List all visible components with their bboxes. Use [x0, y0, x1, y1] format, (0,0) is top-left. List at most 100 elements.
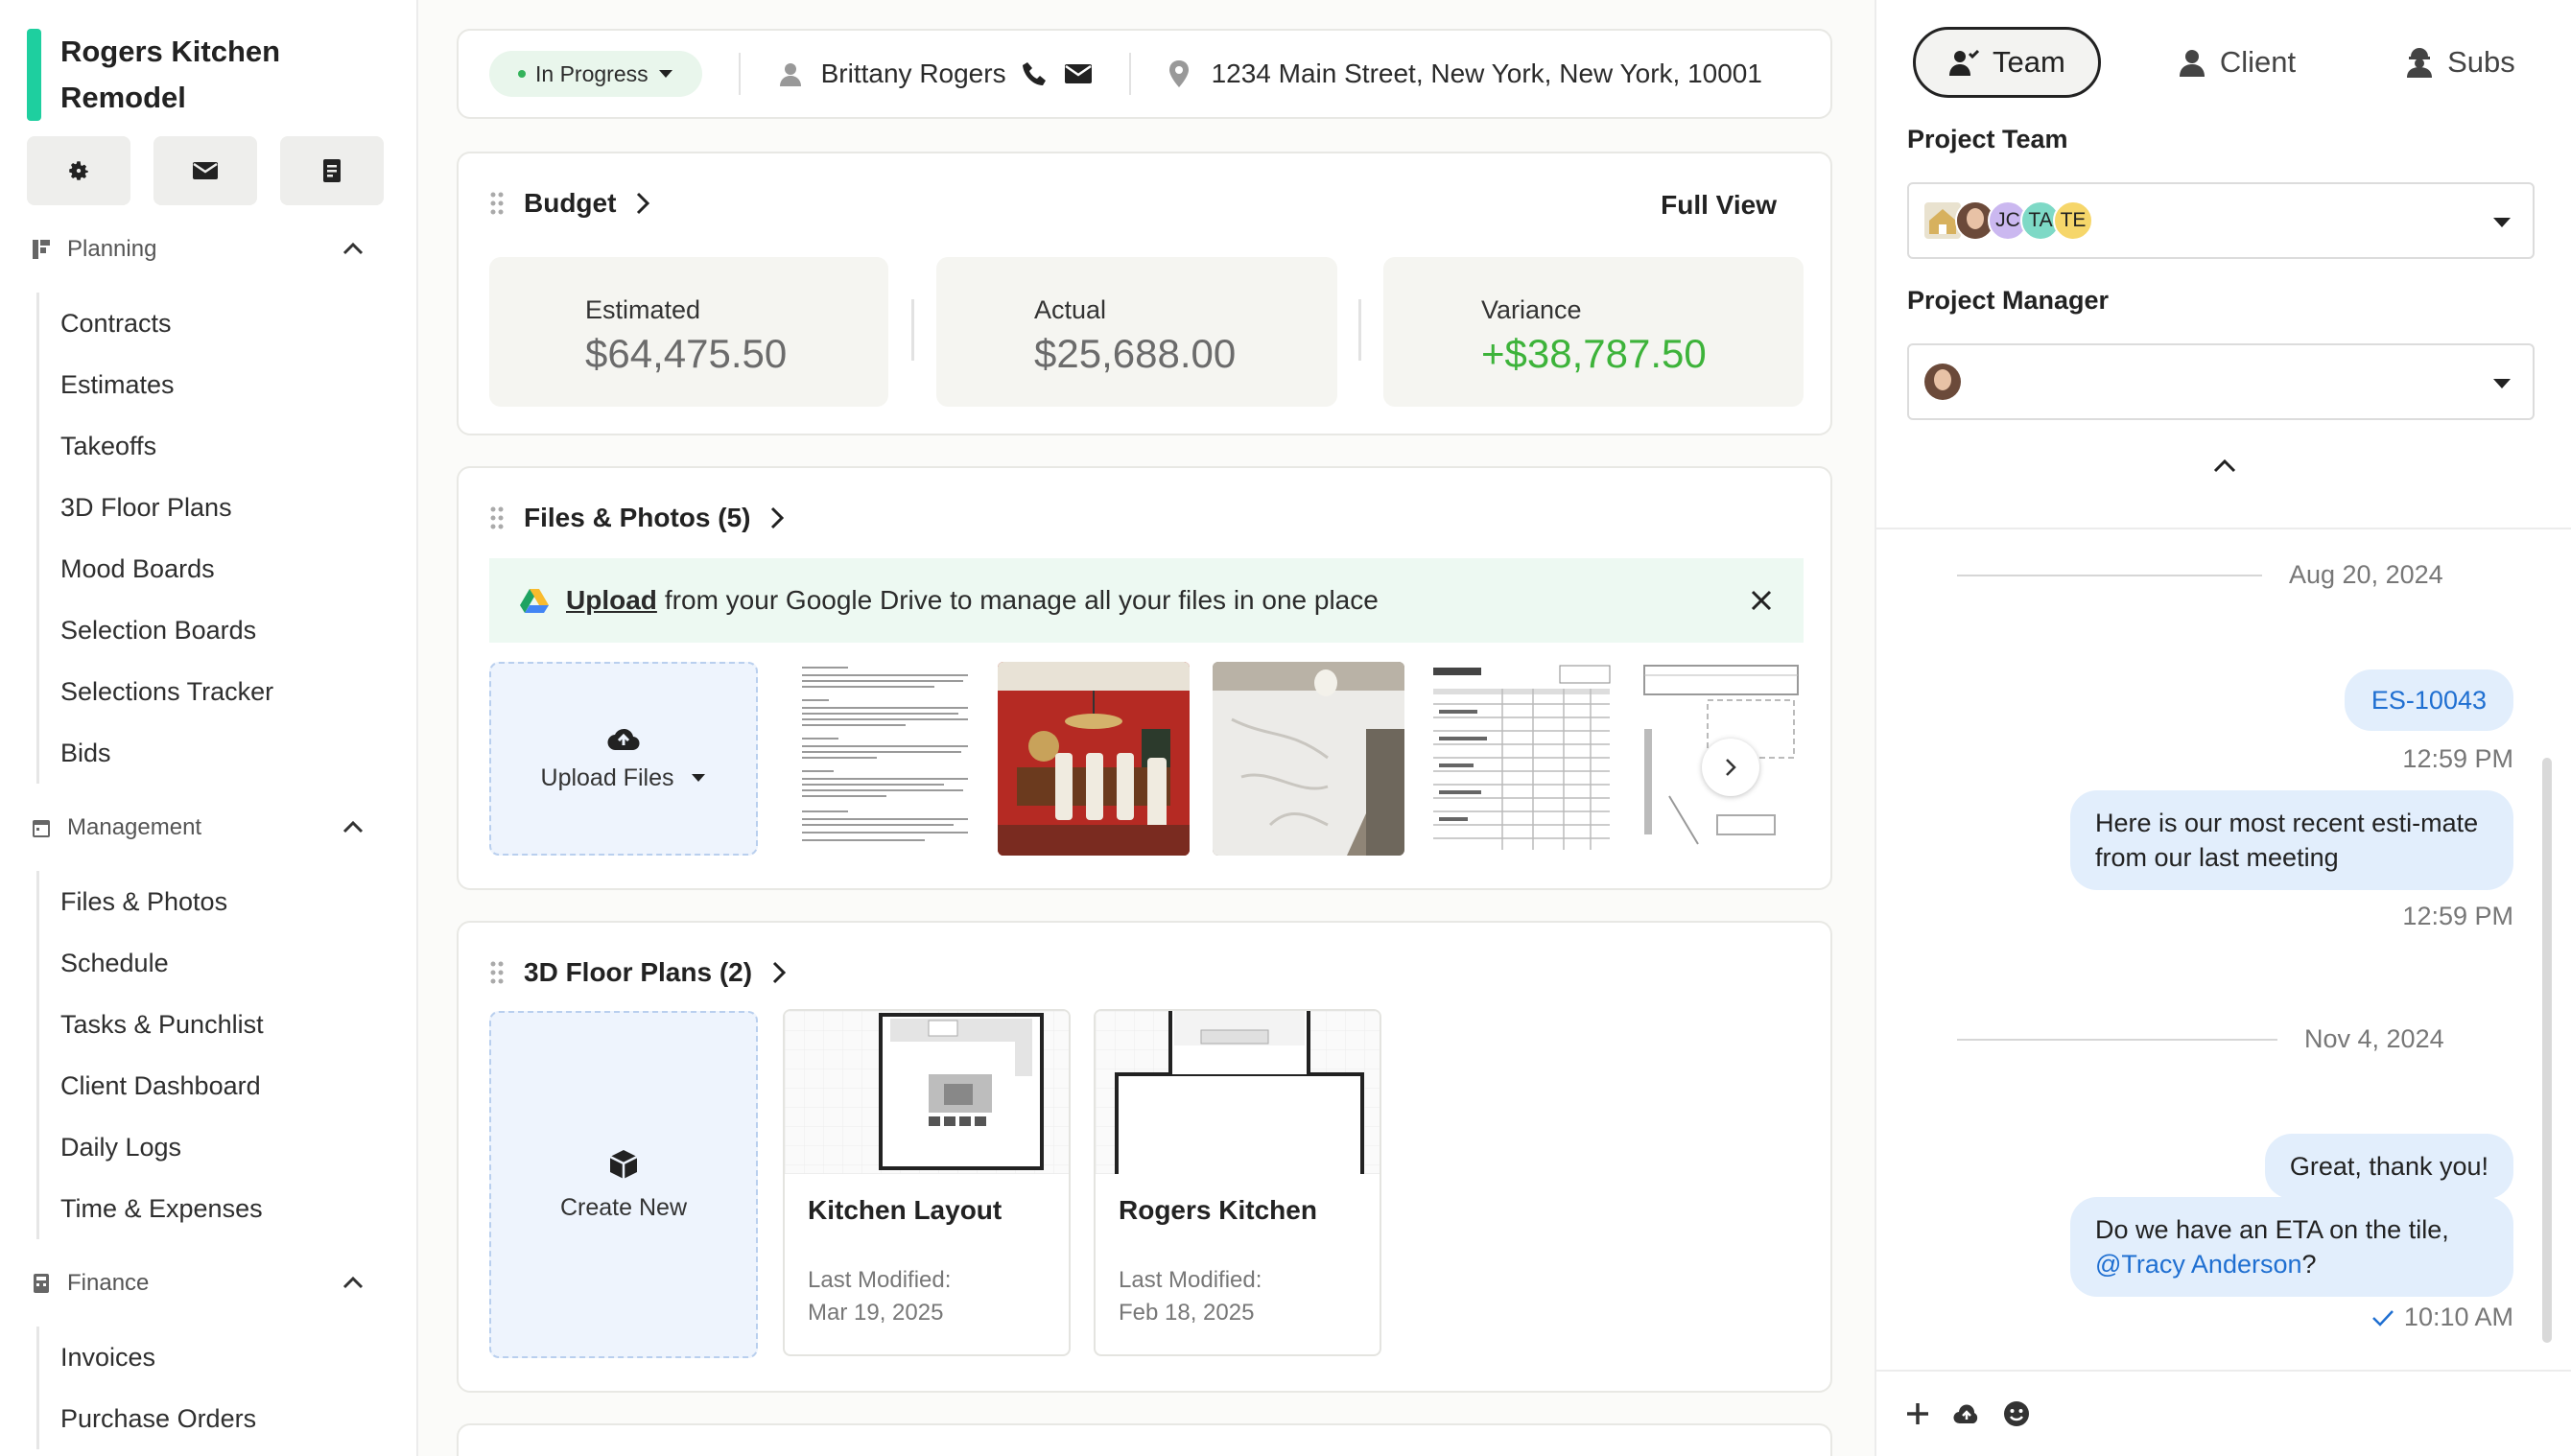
- sidebar-item-time-expenses[interactable]: Time & Expenses: [39, 1178, 264, 1239]
- sidebar-item-selections-tracker[interactable]: Selections Tracker: [39, 661, 273, 722]
- budget-header[interactable]: Budget: [489, 188, 652, 219]
- phone-icon[interactable]: [1022, 60, 1049, 87]
- person-icon: [779, 63, 801, 86]
- file-thumbnail-document[interactable]: [790, 662, 982, 856]
- status-dropdown[interactable]: In Progress: [489, 51, 702, 97]
- floor-plan-preview: [1096, 1011, 1380, 1182]
- sidebar-item-contracts[interactable]: Contracts: [39, 293, 273, 354]
- message-bubble[interactable]: ES-10043: [2344, 669, 2513, 731]
- upload-files-button[interactable]: Upload Files: [541, 764, 707, 792]
- settings-button[interactable]: [27, 136, 130, 205]
- message-bubble[interactable]: Great, thank you!: [2264, 1134, 2513, 1199]
- calendar-icon: [29, 815, 54, 840]
- estimated-label: Estimated: [585, 295, 701, 324]
- client-name[interactable]: Brittany Rogers: [821, 59, 1006, 89]
- sidebar-item-invoices[interactable]: Invoices: [39, 1327, 256, 1388]
- cloud-upload-icon[interactable]: [1953, 1403, 1980, 1424]
- estimate-link[interactable]: ES-10043: [2371, 686, 2487, 715]
- last-modified-date: Feb 18, 2025: [1119, 1300, 1255, 1326]
- sidebar-item-estimates[interactable]: Estimates: [39, 354, 273, 415]
- variance-value: +$38,787.50: [1481, 331, 1707, 376]
- last-modified-date: Mar 19, 2025: [808, 1300, 944, 1326]
- budget-title: Budget: [524, 188, 617, 218]
- file-thumbnail-estimate-sheet[interactable]: [1426, 662, 1617, 856]
- project-title-block: Rogers Kitchen Remodel: [27, 29, 391, 121]
- chevron-up-icon[interactable]: [342, 814, 365, 841]
- message-timestamp: 12:59 PM: [2402, 744, 2513, 773]
- plus-icon[interactable]: [1905, 1401, 1930, 1426]
- files-photos-card: Files & Photos (5) Upload from your Goog…: [457, 466, 1832, 890]
- message-timestamp: 12:59 PM: [2402, 902, 2513, 930]
- create-floor-plan-button[interactable]: Create New: [489, 1011, 758, 1358]
- envelope-icon[interactable]: [1064, 63, 1093, 84]
- stat-divider: [911, 299, 914, 361]
- collapse-chevron-up-icon[interactable]: [2212, 458, 2237, 474]
- floor-plan-name: Kitchen Layout: [808, 1195, 1002, 1225]
- full-view-link[interactable]: Full View: [1661, 190, 1777, 221]
- chevron-up-icon[interactable]: [342, 1270, 365, 1297]
- message-text: Great, thank you!: [2289, 1152, 2488, 1181]
- upload-files-label: Upload Files: [540, 763, 674, 791]
- sidebar-item-takeoffs[interactable]: Takeoffs: [39, 415, 273, 477]
- tab-subs[interactable]: Subs: [2372, 27, 2548, 98]
- notes-button[interactable]: [280, 136, 384, 205]
- date-label: Nov 4, 2024: [2304, 1024, 2444, 1053]
- tab-team[interactable]: Team: [1913, 27, 2101, 98]
- section-finance[interactable]: Finance: [29, 1264, 365, 1303]
- mention-link[interactable]: @Tracy Anderson: [2095, 1250, 2302, 1279]
- sidebar-item-schedule[interactable]: Schedule: [39, 932, 264, 994]
- chevron-up-icon[interactable]: [342, 236, 365, 263]
- floor-plan-modified: Last Modified: Mar 19, 2025: [785, 1226, 1069, 1329]
- project-team-select[interactable]: JC TA TE: [1907, 182, 2535, 259]
- carousel-next-button[interactable]: [1702, 739, 1759, 796]
- floor-plans-header[interactable]: 3D Floor Plans (2): [489, 957, 789, 988]
- message-bubble[interactable]: Here is our most recent esti-mate from o…: [2070, 790, 2513, 890]
- files-header[interactable]: Files & Photos (5): [489, 503, 787, 533]
- upload-files-dropzone[interactable]: Upload Files: [489, 662, 758, 856]
- floor-plan-name: Rogers Kitchen: [1119, 1195, 1317, 1225]
- messages-button[interactable]: [153, 136, 257, 205]
- sidebar-item-files-photos[interactable]: Files & Photos: [39, 871, 264, 932]
- file-thumbnail-countertop-photo[interactable]: [1213, 662, 1404, 856]
- avatar: [1922, 362, 1963, 402]
- sidebar-item-mood-boards[interactable]: Mood Boards: [39, 538, 273, 599]
- actual-label: Actual: [1034, 295, 1107, 324]
- drag-handle-icon[interactable]: [489, 960, 505, 985]
- close-icon[interactable]: [1750, 589, 1773, 612]
- variance-stat: Variance +$38,787.50: [1383, 257, 1804, 407]
- actual-stat: Actual $25,688.00: [936, 257, 1337, 407]
- section-title: Finance: [67, 1270, 150, 1296]
- drag-handle-icon[interactable]: [489, 191, 505, 216]
- floor-plan-preview: [785, 1011, 1069, 1174]
- project-manager-select[interactable]: [1907, 343, 2535, 420]
- finance-nav-list: Invoices Purchase Orders: [36, 1327, 256, 1449]
- sidebar-item-selection-boards[interactable]: Selection Boards: [39, 599, 273, 661]
- section-planning[interactable]: Planning: [29, 230, 365, 269]
- message-bubble[interactable]: Do we have an ETA on the tile, @Tracy An…: [2070, 1197, 2513, 1297]
- tab-client[interactable]: Client: [2145, 27, 2328, 98]
- sidebar-item-3d-floor-plans[interactable]: 3D Floor Plans: [39, 477, 273, 538]
- emoji-icon[interactable]: [2003, 1400, 2030, 1427]
- sidebar-item-bids[interactable]: Bids: [39, 722, 273, 784]
- file-thumbnail-dining-room-photo[interactable]: [998, 662, 1190, 856]
- caret-down-icon: [2493, 379, 2511, 388]
- project-address[interactable]: 1234 Main Street, New York, New York, 10…: [1212, 59, 1762, 89]
- section-management[interactable]: Management: [29, 809, 365, 847]
- sidebar-item-client-dashboard[interactable]: Client Dashboard: [39, 1055, 264, 1116]
- date-separator: Nov 4, 2024: [1957, 1024, 2444, 1054]
- team-icon: [1949, 49, 1979, 76]
- drag-handle-icon[interactable]: [489, 505, 505, 530]
- floor-plan-card-kitchen-layout[interactable]: Kitchen Layout Last Modified: Mar 19, 20…: [783, 1009, 1071, 1356]
- last-modified-label: Last Modified:: [1119, 1267, 1262, 1293]
- sidebar-item-tasks-punchlist[interactable]: Tasks & Punchlist: [39, 994, 264, 1055]
- date-separator: Aug 20, 2024: [1957, 560, 2443, 590]
- worker-icon: [2407, 48, 2433, 78]
- sidebar-item-purchase-orders[interactable]: Purchase Orders: [39, 1388, 256, 1449]
- gear-icon: [69, 161, 88, 180]
- message-text: Here is our most recent esti-mate from o…: [2095, 809, 2479, 872]
- sidebar: Rogers Kitchen Remodel Planning Contract…: [0, 0, 418, 1456]
- floor-plan-card-rogers-kitchen[interactable]: Rogers Kitchen Last Modified: Feb 18, 20…: [1094, 1009, 1381, 1356]
- sidebar-item-daily-logs[interactable]: Daily Logs: [39, 1116, 264, 1178]
- chat-scrollbar[interactable]: [2542, 758, 2552, 1343]
- upload-link[interactable]: Upload: [566, 585, 657, 616]
